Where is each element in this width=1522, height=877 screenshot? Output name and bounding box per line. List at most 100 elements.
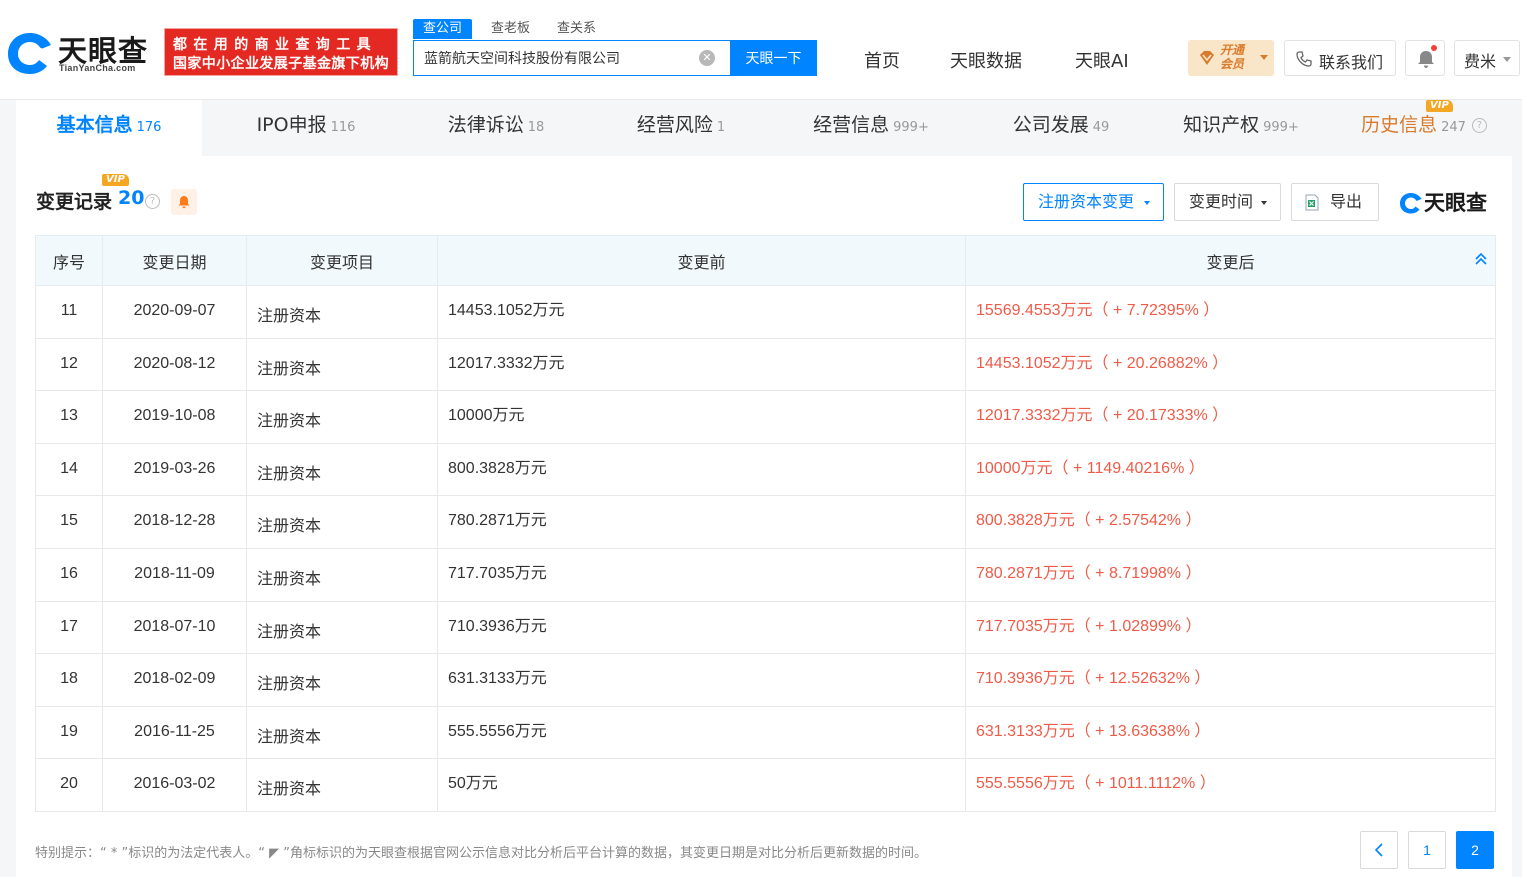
contact-us-button[interactable]: 联系我们 [1284, 40, 1396, 76]
change-item: 注册资本 [246, 337, 438, 392]
tab-search-relation[interactable]: 查关系 [557, 19, 596, 39]
pagination-prev[interactable] [1360, 831, 1398, 869]
tab-litigation[interactable]: 法律诉讼 18 [411, 100, 581, 156]
column-header-after: 变更后 [965, 235, 1496, 286]
chevron-down-icon [1503, 57, 1511, 62]
section-title: 变更记录 [36, 191, 113, 213]
user-name: 费米 [1464, 52, 1497, 71]
value-before: 631.3133万元 [437, 653, 966, 707]
slogan-line-2: 国家中小企业发展子基金旗下机构 [173, 56, 389, 72]
tab-count: 247 [1441, 120, 1466, 135]
collapse-up-icon[interactable] [1473, 251, 1489, 267]
tab-business-info[interactable]: 经营信息 999+ [781, 100, 961, 156]
tianyancha-logo[interactable]: 天眼查 TianYanCha.com [6, 28, 156, 78]
nav-tianyan-ai[interactable]: 天眼AI [1075, 47, 1129, 73]
change-item: 注册资本 [246, 547, 438, 602]
table-row: 17 2018-07-10 注册资本 710.3936万元 717.7035万元（ + … [35, 600, 1496, 655]
change-time-filter-label: 变更时间 [1189, 192, 1254, 211]
tab-label: 基本信息 [56, 114, 133, 136]
row-number: 15 [35, 495, 103, 549]
value-after: 14453.1052万元（ + 20.26882% ） [965, 337, 1496, 392]
change-time-filter[interactable]: 变更时间 [1174, 183, 1281, 221]
value-after: 631.3133万元（ + 13.63638% ） [965, 705, 1496, 760]
row-number: 17 [35, 600, 103, 655]
open-vip-label: 开通会员 [1220, 43, 1245, 71]
value-after: 800.3828万元（ + 2.57542% ） [965, 495, 1496, 549]
slogan-line-1: 都在用的商业查询工具 [173, 37, 377, 53]
chevron-down-icon [1261, 201, 1267, 205]
row-number: 11 [35, 285, 103, 339]
phone-icon [1296, 51, 1312, 67]
help-icon[interactable]: ? [145, 194, 160, 209]
top-header: 天眼查 TianYanCha.com 都在用的商业查询工具 国家中小企业发展子基… [0, 0, 1522, 100]
tab-basic-info[interactable]: 基本信息 176 [16, 100, 202, 156]
capital-change-filter-label: 注册资本变更 [1038, 192, 1135, 211]
search-button[interactable]: 天眼一下 [730, 40, 817, 76]
tab-label: 经营信息 [813, 114, 890, 136]
contact-us-label: 联系我们 [1319, 53, 1384, 72]
tab-label: 历史信息 [1361, 114, 1438, 136]
pagination-page-1[interactable]: 1 [1408, 831, 1446, 869]
row-number: 12 [35, 337, 103, 392]
subscribe-alert-button[interactable] [171, 189, 197, 215]
help-icon[interactable]: ? [1471, 118, 1487, 133]
tab-count: 176 [136, 120, 162, 135]
row-number: 16 [35, 547, 103, 602]
change-date: 2019-10-08 [102, 390, 247, 444]
table-header-row: 序号 变更日期 变更项目 变更前 变更后 [35, 235, 1496, 286]
tab-ipo[interactable]: IPO申报 116 [221, 100, 391, 156]
search-box: ✕ [413, 40, 731, 76]
notification-dot [1431, 45, 1437, 51]
nav-tianyan-data[interactable]: 天眼数据 [950, 47, 1022, 73]
table-row: 11 2020-09-07 注册资本 14453.1052万元 15569.4553万元… [35, 285, 1496, 339]
change-records-table: 序号 变更日期 变更项目 变更前 变更后 11 2020-09-07 注册资本 144… [35, 235, 1496, 812]
change-date: 2020-09-07 [102, 285, 247, 339]
change-item: 注册资本 [246, 442, 438, 497]
value-before: 710.3936万元 [437, 600, 966, 655]
nav-home[interactable]: 首页 [864, 47, 900, 73]
table-row: 13 2019-10-08 注册资本 10000万元 12017.3332万元（ + 2… [35, 390, 1496, 444]
capital-change-filter[interactable]: 注册资本变更 [1023, 183, 1164, 221]
clear-icon[interactable]: ✕ [699, 50, 715, 66]
record-count: 20 [118, 187, 145, 209]
logo-subtext: TianYanCha.com [59, 63, 136, 73]
vip-tag: VIP [102, 174, 129, 186]
column-header: 变更日期 [102, 235, 247, 286]
table-row: 14 2019-03-26 注册资本 800.3828万元 10000万元（ + 114… [35, 442, 1496, 497]
change-item: 注册资本 [246, 390, 438, 444]
tab-history-info[interactable]: 历史信息 247? VIP [1336, 100, 1512, 156]
tab-label: IPO申报 [256, 114, 327, 136]
tab-intellectual-property[interactable]: 知识产权 999+ [1151, 100, 1331, 156]
notification-button[interactable] [1405, 40, 1445, 76]
change-item: 注册资本 [246, 600, 438, 655]
export-button[interactable]: 导出 [1291, 183, 1379, 221]
tab-operational-risk[interactable]: 经营风险 1 [596, 100, 766, 156]
tab-count: 18 [527, 120, 545, 135]
tab-search-boss[interactable]: 查老板 [491, 19, 530, 39]
pagination-page-2[interactable]: 2 [1456, 831, 1494, 869]
user-menu-button[interactable]: 费米 [1454, 40, 1520, 76]
change-date: 2019-03-26 [102, 442, 247, 497]
value-before: 780.2871万元 [437, 495, 966, 549]
footnote: 特别提示：“ * ”标识的为法定代表人。“ ◤ ”角标标识的为天眼查根据官网公示… [35, 846, 927, 861]
slogan-banner[interactable]: 都在用的商业查询工具 国家中小企业发展子基金旗下机构 [164, 28, 398, 76]
value-after: 780.2871万元（ + 8.71998% ） [965, 547, 1496, 602]
value-after: 717.7035万元（ + 1.02899% ） [965, 600, 1496, 655]
value-before: 555.5556万元 [437, 705, 966, 760]
change-date: 2018-07-10 [102, 600, 247, 655]
logo-mark-icon [1400, 193, 1422, 214]
tab-count: 999+ [893, 120, 929, 135]
tab-company-development[interactable]: 公司发展 49 [976, 100, 1146, 156]
change-item: 注册资本 [246, 495, 438, 549]
search-input[interactable] [414, 41, 694, 75]
tab-count: 49 [1092, 120, 1110, 135]
tab-count: 116 [330, 120, 356, 135]
row-number: 19 [35, 705, 103, 760]
value-after: 555.5556万元（ + 1011.1112% ） [965, 758, 1496, 812]
open-vip-button[interactable]: 开通会员 [1188, 40, 1274, 76]
value-after: 10000万元（ + 1149.40216% ） [965, 442, 1496, 497]
diamond-icon [1200, 51, 1214, 65]
table-row: 12 2020-08-12 注册资本 12017.3332万元 14453.1052万元… [35, 337, 1496, 392]
tab-search-company[interactable]: 查公司 [413, 19, 473, 39]
value-before: 800.3828万元 [437, 442, 966, 497]
